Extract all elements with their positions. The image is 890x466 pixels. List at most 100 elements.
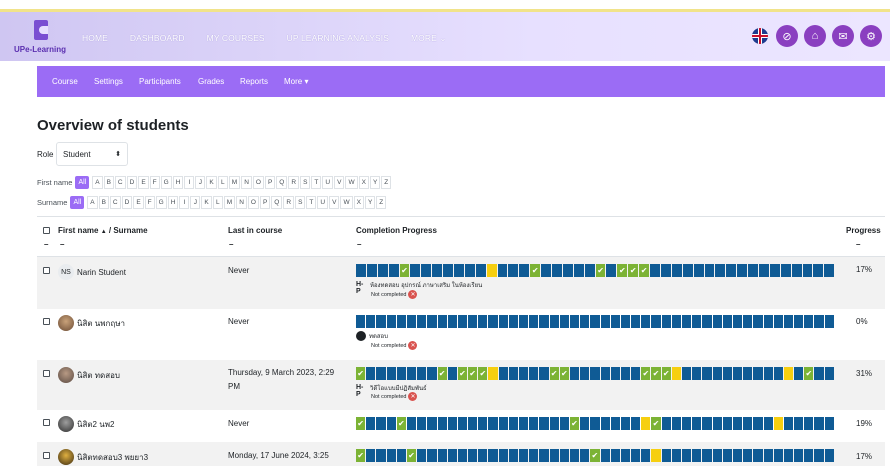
row-checkbox[interactable] <box>43 370 50 377</box>
activity-cell-submitted[interactable] <box>773 417 783 430</box>
activity-cell-incomplete[interactable] <box>804 417 814 430</box>
select-all-checkbox[interactable] <box>43 227 50 234</box>
firstname-letter-l[interactable]: L <box>217 176 228 189</box>
activity-cell-incomplete[interactable] <box>519 417 529 430</box>
activity-cell-incomplete[interactable] <box>763 315 773 328</box>
activity-cell-incomplete[interactable] <box>447 315 457 328</box>
activity-cell-incomplete[interactable] <box>386 449 396 462</box>
course-nav-participants[interactable]: Participants <box>139 77 181 86</box>
activity-cell-incomplete[interactable] <box>519 449 529 462</box>
collapse-dash[interactable]: – <box>60 240 64 249</box>
activity-cell-incomplete[interactable] <box>753 367 763 380</box>
activity-cell-complete[interactable]: ✔ <box>396 417 406 430</box>
activity-cell-incomplete[interactable] <box>671 264 682 277</box>
activity-cell-incomplete[interactable] <box>620 367 631 380</box>
student-name-text[interactable]: นิสิต2 นพ2 <box>77 418 114 431</box>
activity-cell-incomplete[interactable] <box>824 315 834 328</box>
row-checkbox[interactable] <box>43 267 50 274</box>
firstname-letter-s[interactable]: S <box>300 176 311 189</box>
activity-cell-incomplete[interactable] <box>610 367 620 380</box>
activity-cell-incomplete[interactable] <box>366 264 377 277</box>
uk-flag-icon[interactable] <box>752 28 768 44</box>
activity-cell-incomplete[interactable] <box>763 367 773 380</box>
activity-cell-incomplete[interactable] <box>559 449 569 462</box>
activity-cell-incomplete[interactable] <box>590 417 600 430</box>
activity-cell-incomplete[interactable] <box>712 449 722 462</box>
surname-letter-r[interactable]: R <box>283 196 295 209</box>
surname-letter-e[interactable]: E <box>133 196 144 209</box>
firstname-letter-y[interactable]: Y <box>369 176 381 189</box>
header-last-in-course[interactable]: Last in course <box>228 226 282 235</box>
activity-cell-incomplete[interactable] <box>780 264 791 277</box>
activity-cell-incomplete[interactable] <box>519 367 529 380</box>
firstname-letter-v[interactable]: V <box>334 176 345 189</box>
activity-cell-incomplete[interactable] <box>702 367 712 380</box>
activity-cell-incomplete[interactable] <box>692 417 702 430</box>
activity-cell-incomplete[interactable] <box>468 417 478 430</box>
activity-cell-incomplete[interactable] <box>569 367 580 380</box>
activity-cell-incomplete[interactable] <box>794 417 804 430</box>
activity-cell-incomplete[interactable] <box>743 315 753 328</box>
surname-letter-n[interactable]: N <box>236 196 247 209</box>
activity-cell-complete[interactable]: ✔ <box>559 367 569 380</box>
activity-cell-incomplete[interactable] <box>386 367 396 380</box>
eye-slash-icon[interactable]: ⊘ <box>776 25 798 47</box>
activity-cell-complete[interactable]: ✔ <box>356 367 366 380</box>
activity-cell-incomplete[interactable] <box>661 417 671 430</box>
activity-cell-incomplete[interactable] <box>519 264 530 277</box>
activity-cell-incomplete[interactable] <box>814 417 824 430</box>
activity-cell-incomplete[interactable] <box>488 315 498 328</box>
activity-cell-incomplete[interactable] <box>651 315 661 328</box>
activity-cell-incomplete[interactable] <box>722 315 732 328</box>
activity-cell-incomplete[interactable] <box>437 315 447 328</box>
activity-cell-incomplete[interactable] <box>406 367 417 380</box>
site-logo[interactable]: UPe-Learning <box>14 18 66 58</box>
activity-cell-incomplete[interactable] <box>763 449 773 462</box>
nav-dashboard[interactable]: DASHBOARD <box>130 33 185 44</box>
activity-cell-incomplete[interactable] <box>386 315 396 328</box>
activity-cell-incomplete[interactable] <box>396 315 406 328</box>
activity-cell-incomplete[interactable] <box>748 264 758 277</box>
activity-cell-incomplete[interactable] <box>631 367 641 380</box>
row-checkbox[interactable] <box>43 318 50 325</box>
activity-cell-incomplete[interactable] <box>702 417 712 430</box>
surname-letter-h[interactable]: H <box>167 196 179 209</box>
activity-cell-incomplete[interactable] <box>661 449 671 462</box>
firstname-letter-f[interactable]: F <box>149 176 160 189</box>
firstname-letter-b[interactable]: B <box>103 176 114 189</box>
course-nav-reports[interactable]: Reports <box>240 77 268 86</box>
activity-cell-incomplete[interactable] <box>610 417 620 430</box>
surname-letter-f[interactable]: F <box>144 196 155 209</box>
activity-cell-incomplete[interactable] <box>802 264 813 277</box>
activity-cell-incomplete[interactable] <box>743 449 753 462</box>
activity-cell-incomplete[interactable] <box>620 449 631 462</box>
course-nav-more[interactable]: More ▾ <box>284 77 308 86</box>
activity-cell-incomplete[interactable] <box>539 315 549 328</box>
activity-cell-complete[interactable]: ✔ <box>590 449 600 462</box>
activity-cell-complete[interactable]: ✔ <box>651 367 661 380</box>
activity-cell-incomplete[interactable] <box>559 417 569 430</box>
activity-cell-submitted[interactable] <box>651 449 661 462</box>
activity-name[interactable]: ทดสอบ <box>369 331 388 341</box>
activity-cell-incomplete[interactable] <box>682 449 692 462</box>
activity-cell-incomplete[interactable] <box>824 449 834 462</box>
collapse-dash[interactable]: – <box>229 240 233 249</box>
surname-letter-g[interactable]: G <box>155 196 167 209</box>
surname-letter-b[interactable]: B <box>98 196 109 209</box>
nav-home[interactable]: HOME <box>82 33 108 44</box>
activity-cell-incomplete[interactable] <box>498 417 508 430</box>
activity-cell-incomplete[interactable] <box>498 315 508 328</box>
activity-cell-incomplete[interactable] <box>610 449 620 462</box>
activity-cell-incomplete[interactable] <box>376 315 386 328</box>
activity-cell-complete[interactable]: ✔ <box>399 264 410 277</box>
activity-cell-incomplete[interactable] <box>692 449 702 462</box>
surname-letter-u[interactable]: U <box>317 196 329 209</box>
surname-letter-j[interactable]: J <box>190 196 201 209</box>
activity-cell-incomplete[interactable] <box>580 449 590 462</box>
activity-cell-incomplete[interactable] <box>366 367 376 380</box>
student-name[interactable]: NS Narin Student <box>58 264 126 280</box>
student-name[interactable]: นิสิต2 นพ2 <box>58 416 114 432</box>
activity-cell-incomplete[interactable] <box>732 315 743 328</box>
activity-cell-incomplete[interactable] <box>641 449 651 462</box>
activity-cell-complete[interactable]: ✔ <box>478 367 488 380</box>
